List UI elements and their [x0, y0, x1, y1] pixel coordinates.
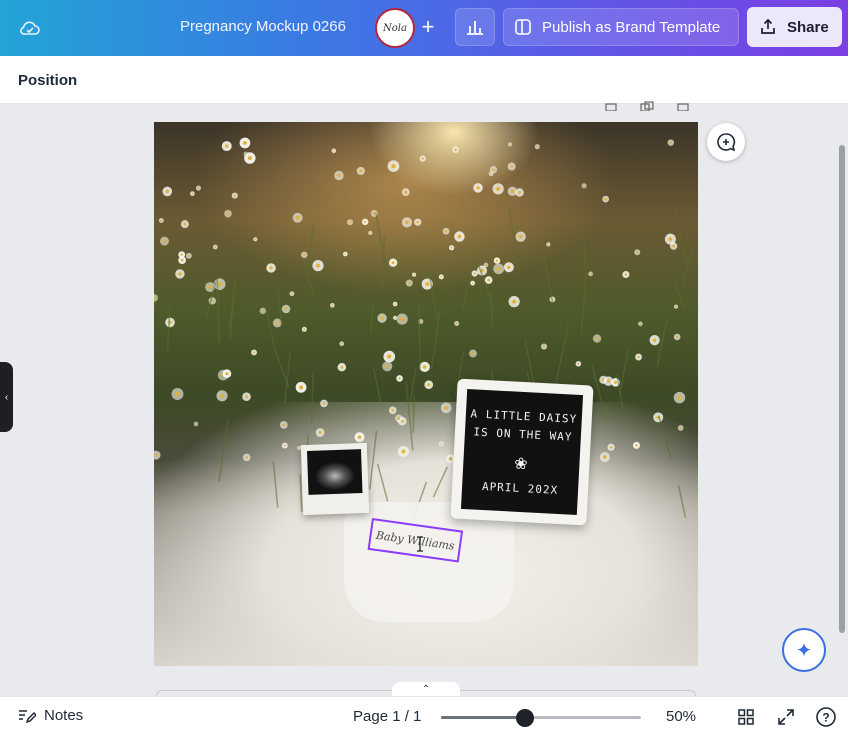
page-tools — [604, 98, 690, 112]
magic-assistant-button[interactable]: ✦ — [782, 628, 826, 672]
letterboard-line-3: APRIL 202X — [481, 479, 559, 497]
cloud-save-icon[interactable] — [14, 12, 46, 44]
share-icon — [761, 18, 775, 34]
bar-chart-icon — [467, 21, 483, 35]
duplicate-page-icon[interactable] — [640, 98, 654, 112]
design-photo[interactable]: A LITTLE DAISY IS ON THE WAY ❀ APRIL 202… — [154, 122, 698, 666]
publish-brand-template-button[interactable]: Publish as Brand Template — [503, 8, 739, 46]
collapse-pages-button[interactable]: ⌃ — [392, 682, 460, 696]
add-collaborator-button[interactable]: + — [413, 12, 443, 42]
fullscreen-icon[interactable] — [775, 706, 797, 728]
side-panel-toggle[interactable]: ‹ — [0, 362, 13, 432]
add-page-icon[interactable] — [676, 98, 690, 112]
grid-view-icon[interactable] — [735, 706, 757, 728]
chevron-up-icon: ⌃ — [421, 683, 431, 695]
panel-title: Position — [18, 72, 78, 89]
analytics-button[interactable] — [455, 8, 495, 46]
zoom-slider-fill — [441, 716, 525, 719]
vertical-scrollbar[interactable] — [839, 145, 845, 633]
lock-icon[interactable] — [604, 98, 618, 112]
daisy-icon: ❀ — [514, 449, 529, 475]
share-button[interactable]: Share — [747, 7, 842, 47]
help-icon[interactable]: ? — [815, 706, 837, 728]
text-cursor-icon — [417, 536, 423, 552]
zoom-value[interactable]: 50% — [666, 708, 696, 725]
letterboard[interactable]: A LITTLE DAISY IS ON THE WAY ❀ APRIL 202… — [450, 378, 594, 526]
letterboard-line-1: A LITTLE DAISY — [470, 407, 578, 426]
zoom-slider[interactable] — [441, 709, 641, 727]
sparkle-icon: ✦ — [795, 639, 813, 662]
comment-plus-icon — [717, 133, 736, 152]
add-comment-button[interactable] — [707, 123, 745, 161]
user-avatar[interactable]: Nola — [375, 8, 415, 48]
notes-icon — [19, 709, 36, 723]
top-toolbar: Pregnancy Mockup 0266 Nola + Publish as … — [0, 0, 848, 56]
page-indicator[interactable]: Page 1 / 1 — [353, 708, 421, 725]
share-label: Share — [787, 18, 829, 36]
template-icon — [515, 19, 531, 35]
ultrasound-polaroid — [300, 442, 370, 516]
bottom-toolbar: Notes Page 1 / 1 50% ? — [0, 696, 848, 736]
notes-label: Notes — [44, 707, 84, 724]
document-title[interactable]: Pregnancy Mockup 0266 — [180, 18, 346, 35]
position-panel-header: Position — [0, 56, 848, 104]
zoom-slider-thumb[interactable] — [516, 709, 534, 727]
notes-button[interactable]: Notes — [18, 707, 83, 724]
letterboard-line-2: IS ON THE WAY — [473, 425, 573, 444]
publish-label: Publish as Brand Template — [542, 18, 721, 36]
svg-text:?: ? — [822, 711, 829, 725]
